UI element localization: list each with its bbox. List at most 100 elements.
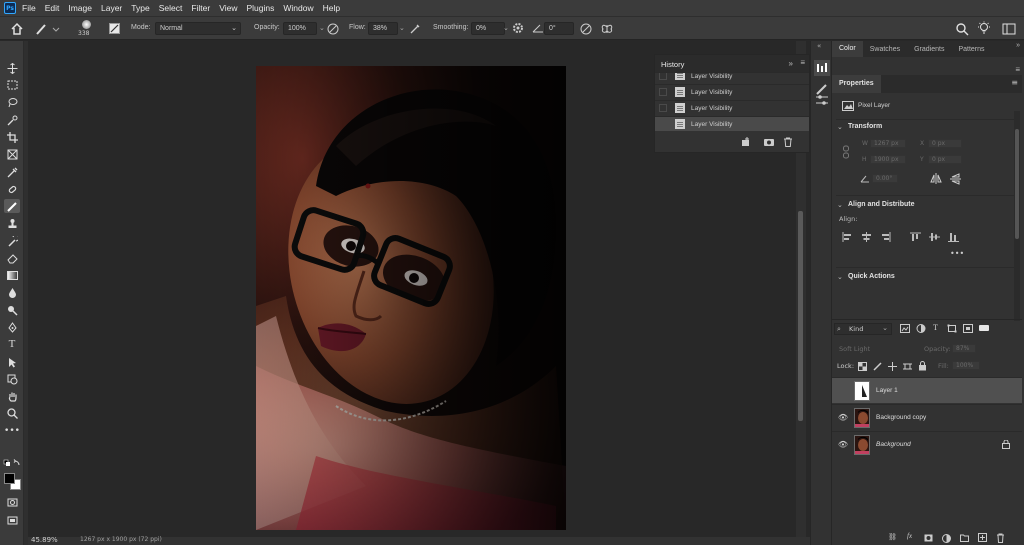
tab-swatches[interactable]: Swatches — [863, 46, 907, 53]
filter-smart-object-icon[interactable] — [963, 324, 973, 333]
blend-mode-select[interactable]: Soft Light — [839, 345, 870, 353]
height-field[interactable]: 1900 px — [870, 155, 906, 164]
pen-tool-icon[interactable] — [4, 320, 20, 334]
brush-settings-toggle-icon[interactable] — [109, 23, 120, 34]
filter-toggle-icon[interactable] — [979, 325, 989, 331]
more-options-icon[interactable]: ••• — [950, 249, 964, 258]
gradient-tool-icon[interactable] — [4, 268, 20, 282]
history-item-selected[interactable]: Layer Visibility — [655, 116, 809, 131]
align-bottom-icon[interactable] — [948, 232, 959, 242]
menu-filter[interactable]: Filter — [191, 3, 210, 13]
tab-properties[interactable]: Properties — [832, 75, 881, 93]
align-top-icon[interactable] — [910, 232, 921, 242]
panel-menu-icon[interactable]: ≡ — [1015, 65, 1020, 74]
align-left-icon[interactable] — [842, 232, 853, 242]
collapse-icon[interactable]: » — [789, 59, 793, 68]
quick-mask-icon[interactable] — [4, 495, 20, 509]
chevron-down-icon[interactable]: ⌄ — [837, 273, 843, 281]
lock-artboard-icon[interactable] — [903, 362, 912, 371]
trash-icon[interactable] — [996, 533, 1005, 543]
crop-tool-icon[interactable] — [4, 130, 20, 144]
document-image[interactable] — [256, 66, 566, 530]
menu-edit[interactable]: Edit — [45, 3, 60, 13]
home-icon[interactable] — [10, 22, 24, 36]
align-center-h-icon[interactable] — [861, 232, 872, 242]
layer-row-background-copy[interactable]: 👁 Background copy — [832, 404, 1022, 430]
link-layers-icon[interactable]: ⛓ — [888, 533, 897, 541]
history-checkbox[interactable] — [659, 88, 667, 96]
filter-shape-icon[interactable] — [947, 324, 957, 333]
pressure-size-icon[interactable] — [579, 22, 593, 36]
menu-image[interactable]: Image — [68, 3, 92, 13]
flip-horizontal-icon[interactable] — [930, 173, 942, 184]
marquee-tool-icon[interactable] — [4, 78, 20, 92]
layer-row-layer-1[interactable]: Layer 1 — [832, 377, 1022, 403]
y-field[interactable]: 0 px — [928, 155, 962, 164]
menu-window[interactable]: Window — [283, 3, 313, 13]
clone-stamp-tool-icon[interactable] — [4, 216, 20, 230]
lock-position-icon[interactable] — [888, 362, 897, 371]
zoom-level[interactable]: 45.89% — [31, 536, 58, 544]
menu-plugins[interactable]: Plugins — [246, 3, 274, 13]
flow-field[interactable]: 38% — [368, 22, 398, 35]
lock-pixels-icon[interactable] — [873, 362, 882, 371]
search-icon[interactable] — [955, 22, 969, 36]
new-layer-icon[interactable] — [978, 533, 987, 542]
shape-tool-icon[interactable] — [4, 372, 20, 386]
flow-dropdown-icon[interactable]: ⌄ — [399, 24, 405, 32]
flip-vertical-icon[interactable] — [950, 173, 961, 185]
chevron-down-icon[interactable]: ⌄ — [837, 123, 843, 131]
pressure-opacity-icon[interactable] — [326, 22, 340, 36]
layer-name[interactable]: Layer 1 — [876, 387, 898, 394]
snapshot-camera-icon[interactable] — [763, 137, 775, 147]
width-field[interactable]: 1267 px — [870, 139, 906, 148]
brush-tool-icon[interactable] — [4, 199, 20, 213]
chevron-down-icon[interactable]: ⌄ — [837, 201, 843, 209]
move-tool-icon[interactable] — [4, 61, 20, 75]
opacity-dropdown-icon[interactable]: ⌄ — [319, 24, 325, 32]
collapse-icon[interactable]: » — [1016, 42, 1020, 49]
path-selection-tool-icon[interactable] — [4, 355, 20, 369]
filter-pixel-icon[interactable] — [900, 324, 910, 333]
layer-filter-select[interactable]: ⌕ Kind ⌄ — [834, 323, 892, 335]
scrollbar-thumb[interactable] — [1015, 129, 1019, 239]
align-section-title[interactable]: Align and Distribute — [848, 201, 915, 208]
align-center-v-icon[interactable] — [929, 232, 940, 242]
history-item[interactable]: Layer Visibility — [655, 100, 809, 115]
history-panel-icon[interactable] — [814, 60, 830, 76]
panel-menu-icon[interactable]: ≡ — [800, 58, 805, 67]
more-tools-icon[interactable]: ••• — [4, 424, 20, 438]
tab-gradients[interactable]: Gradients — [907, 46, 951, 53]
menu-select[interactable]: Select — [159, 3, 183, 13]
history-item[interactable]: Layer Visibility — [655, 84, 809, 99]
healing-brush-tool-icon[interactable] — [4, 182, 20, 196]
eyedropper-tool-icon[interactable] — [4, 165, 20, 179]
fill-field[interactable]: 100% — [952, 361, 980, 370]
menu-type[interactable]: Type — [131, 3, 149, 13]
gear-icon[interactable] — [512, 22, 524, 34]
layer-name[interactable]: Background — [876, 441, 911, 448]
lock-all-icon[interactable] — [918, 361, 927, 371]
quick-actions-title[interactable]: Quick Actions — [848, 273, 895, 280]
layer-opacity-field[interactable]: 87% — [952, 344, 976, 353]
screen-mode-icon[interactable] — [4, 513, 20, 527]
airbrush-icon[interactable] — [408, 22, 422, 36]
filter-adjustment-icon[interactable] — [916, 324, 926, 333]
angle-field[interactable]: 0° — [544, 22, 574, 35]
symmetry-butterfly-icon[interactable] — [600, 22, 614, 36]
history-checkbox[interactable] — [659, 73, 667, 80]
color-swap-icon[interactable] — [3, 458, 21, 472]
foreground-color-swatch[interactable] — [4, 473, 15, 484]
trash-icon[interactable] — [783, 137, 793, 147]
eye-icon[interactable]: 👁 — [836, 440, 850, 449]
adjustments-panel-icon[interactable] — [814, 93, 830, 107]
group-folder-icon[interactable] — [960, 534, 969, 542]
collapse-dock-icon[interactable]: « — [817, 42, 821, 50]
tab-patterns[interactable]: Patterns — [951, 46, 991, 53]
zoom-tool-icon[interactable] — [4, 406, 20, 420]
layer-style-fx-icon[interactable]: fx — [907, 532, 912, 540]
history-brush-tool-icon[interactable] — [4, 234, 20, 248]
panel-menu-icon[interactable]: ≡ — [1011, 78, 1018, 87]
dodge-tool-icon[interactable] — [4, 303, 20, 317]
opacity-field[interactable]: 100% — [283, 22, 317, 35]
